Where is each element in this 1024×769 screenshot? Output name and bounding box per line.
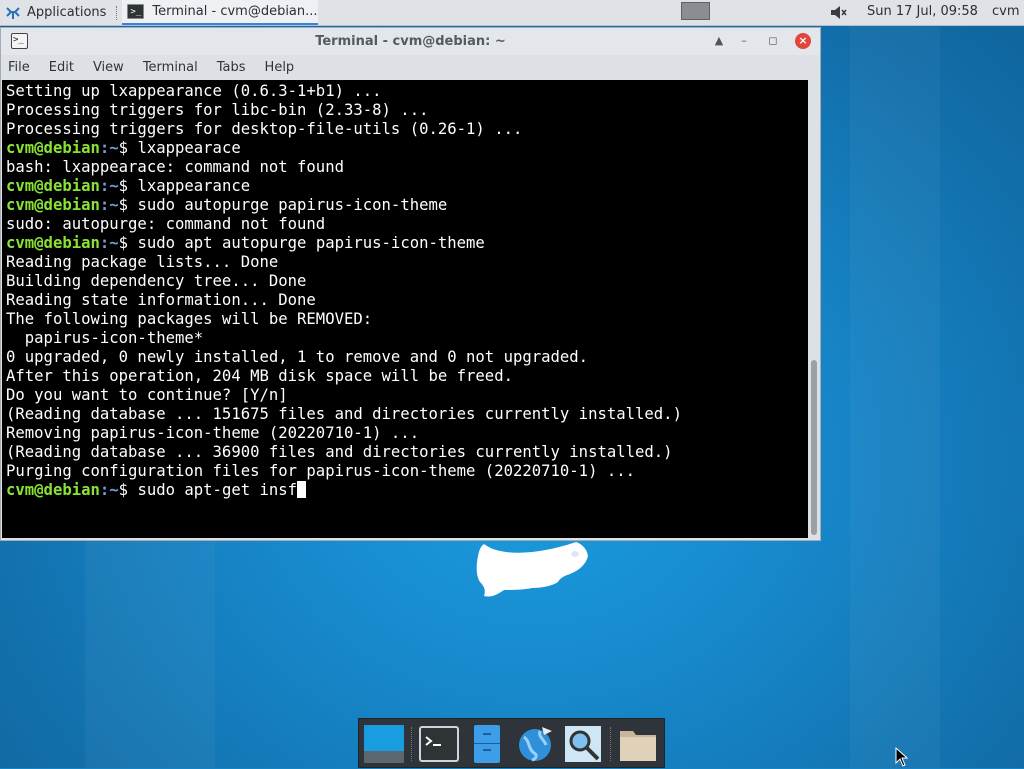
prompt-symbol: $ [118, 196, 129, 214]
dock-separator [610, 727, 612, 761]
window-titlebar[interactable]: >_ Terminal - cvm@debian: ~ ▲ – ◻ × [1, 28, 820, 55]
dock [358, 718, 665, 768]
applications-menu[interactable]: Applications [0, 0, 112, 25]
terminal-command-line: cvm@debian:~$ lxappearace [6, 139, 808, 158]
workspace-switcher[interactable] [681, 2, 710, 20]
xfce-mouse-icon [6, 6, 20, 19]
prompt-symbol: $ [118, 481, 129, 499]
command-text: lxappearace [128, 139, 241, 157]
file-manager-icon[interactable] [466, 723, 508, 765]
prompt-path: :~ [99, 196, 119, 214]
prompt-user: cvm@debian [6, 177, 100, 195]
terminal-output-line: Purging configuration files for papirus-… [6, 462, 636, 480]
terminal-output-line: bash: lxappearace: command not found [6, 158, 344, 176]
prompt-path: :~ [99, 481, 119, 499]
prompt-user: cvm@debian [6, 234, 100, 252]
terminal-command-line: cvm@debian:~$ sudo apt-get insf [6, 481, 808, 500]
terminal-window: >_ Terminal - cvm@debian: ~ ▲ – ◻ × File… [0, 27, 821, 541]
shade-icon[interactable]: ▲ [711, 33, 727, 49]
show-desktop-icon[interactable] [363, 723, 405, 765]
xfce-mascot-icon [476, 542, 588, 597]
terminal-scrollbar[interactable] [808, 80, 820, 538]
terminal-output-line: Processing triggers for desktop-file-uti… [6, 120, 523, 138]
terminal-icon[interactable] [418, 723, 460, 765]
dock-separator [411, 727, 413, 761]
prompt-symbol: $ [118, 234, 129, 252]
prompt-user: cvm@debian [6, 196, 100, 214]
prompt-symbol: $ [118, 177, 129, 195]
terminal-output-line: Reading state information... Done [6, 291, 316, 309]
terminal-output-line: Removing papirus-icon-theme (20220710-1)… [6, 424, 420, 442]
panel-separator [116, 5, 118, 20]
window-title: Terminal - cvm@debian: ~ [315, 34, 506, 49]
taskbar-terminal-button[interactable]: >_ Terminal - cvm@debian... [122, 0, 319, 25]
applications-label: Applications [27, 5, 107, 20]
prompt-path: :~ [99, 139, 119, 157]
command-text: lxappearance [128, 177, 251, 195]
terminal-icon: >_ [127, 4, 145, 19]
taskbar-terminal-label: Terminal - cvm@debian... [152, 4, 318, 19]
command-text: sudo apt-get insf [128, 481, 298, 499]
menu-file[interactable]: File [6, 58, 32, 77]
terminal-output-line: Reading package lists... Done [6, 253, 279, 271]
terminal-output[interactable]: Setting up lxappearance (0.6.3-1+b1) ...… [2, 80, 808, 538]
terminal-output-line: (Reading database ... 36900 files and di… [6, 443, 673, 461]
terminal-output-line: The following packages will be REMOVED: [6, 310, 373, 328]
prompt-user: cvm@debian [6, 481, 100, 499]
prompt-path: :~ [99, 234, 119, 252]
terminal-cursor [297, 481, 307, 498]
clock[interactable]: Sun 17 Jul, 09:58 [867, 4, 978, 19]
scrollbar-thumb[interactable] [811, 360, 817, 535]
close-icon[interactable]: × [795, 33, 811, 49]
menu-help[interactable]: Help [263, 58, 297, 77]
menu-terminal[interactable]: Terminal [141, 58, 200, 77]
mouse-pointer-icon [895, 747, 909, 767]
menu-bar: File Edit View Terminal Tabs Help [1, 55, 820, 80]
background-stripe [850, 24, 940, 768]
menu-edit[interactable]: Edit [47, 58, 76, 77]
minimize-icon[interactable]: – [736, 33, 752, 49]
terminal-command-line: cvm@debian:~$ sudo autopurge papirus-ico… [6, 196, 808, 215]
terminal-output-line: 0 upgraded, 0 newly installed, 1 to remo… [6, 348, 589, 366]
terminal-output-line: Do you want to continue? [Y/n] [6, 386, 288, 404]
web-browser-icon[interactable] [514, 723, 556, 765]
menu-tabs[interactable]: Tabs [215, 58, 248, 77]
prompt-path: :~ [99, 177, 119, 195]
volume-muted-icon[interactable] [830, 5, 848, 20]
terminal-command-line: cvm@debian:~$ lxappearance [6, 177, 808, 196]
maximize-icon[interactable]: ◻ [765, 33, 781, 49]
terminal-text: Setting up lxappearance (0.6.3-1+b1) ...… [6, 82, 808, 500]
terminal-output-line: Building dependency tree... Done [6, 272, 307, 290]
app-finder-icon[interactable] [562, 723, 604, 765]
terminal-output-line: papirus-icon-theme* [6, 329, 204, 347]
terminal-output-line: (Reading database ... 151675 files and d… [6, 405, 682, 423]
terminal-output-line: Setting up lxappearance (0.6.3-1+b1) ... [6, 82, 382, 100]
terminal-output-line: Processing triggers for libc-bin (2.33-8… [6, 101, 429, 119]
prompt-user: cvm@debian [6, 139, 100, 157]
terminal-command-line: cvm@debian:~$ sudo apt autopurge papirus… [6, 234, 808, 253]
folder-icon[interactable] [617, 723, 659, 765]
command-text: sudo apt autopurge papirus-icon-theme [128, 234, 485, 252]
command-text: sudo autopurge papirus-icon-theme [128, 196, 448, 214]
menu-view[interactable]: View [91, 58, 126, 77]
terminal-output-line: sudo: autopurge: command not found [6, 215, 326, 233]
prompt-symbol: $ [118, 139, 129, 157]
terminal-output-line: After this operation, 204 MB disk space … [6, 367, 513, 385]
user-menu[interactable]: cvm [992, 4, 1020, 19]
